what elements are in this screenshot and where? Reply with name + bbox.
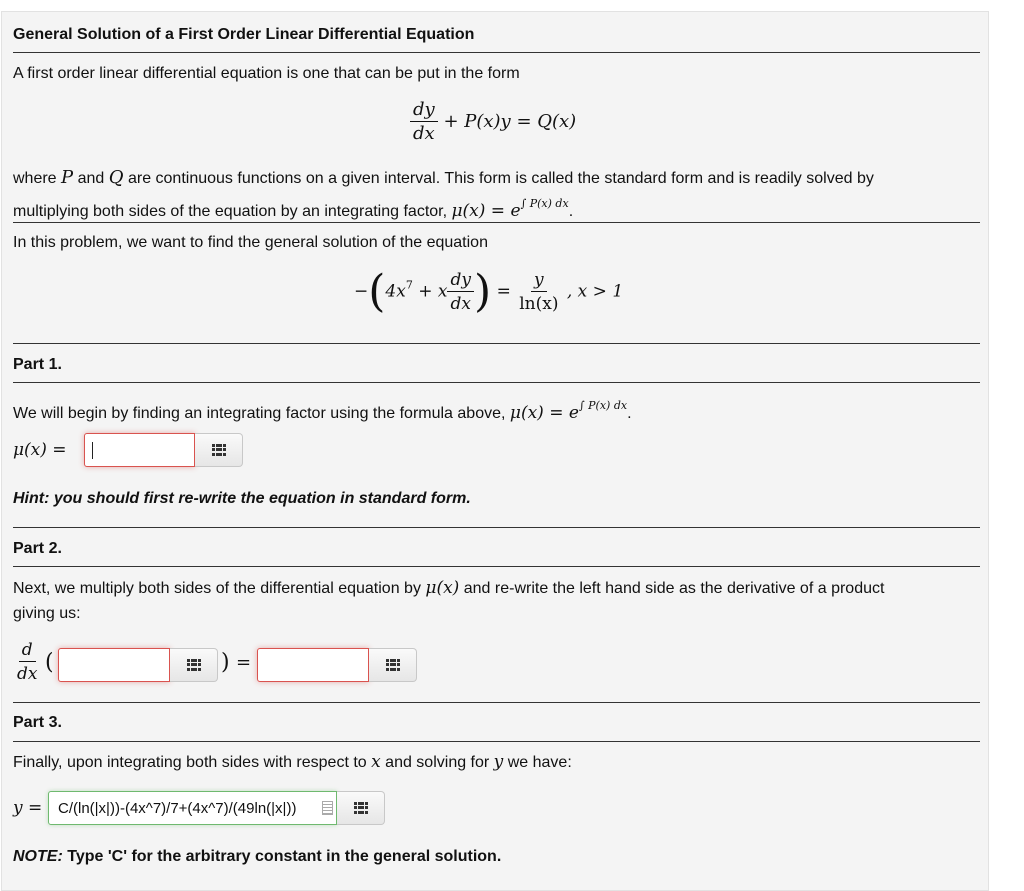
- fraction-denominator: dx: [450, 294, 471, 314]
- problem-equation: −(4x7 + x dy dx) = y ln(x) , x > 1: [354, 270, 624, 315]
- fraction-numerator: d: [18, 640, 36, 662]
- general-solution-input[interactable]: C/(ln(|x|))-(4x^7)/7+(4x^7)/(49ln(|x|)): [48, 791, 337, 825]
- divider: [13, 566, 980, 567]
- close-paren: ): [473, 266, 492, 317]
- text: .: [627, 405, 632, 422]
- divider: [13, 741, 980, 742]
- standard-form-description: where P and Q are continuous functions o…: [13, 165, 874, 192]
- math-palette-button[interactable]: [337, 791, 385, 825]
- part1-heading: Part 1.: [13, 356, 62, 373]
- divider: [13, 52, 980, 53]
- divider: [13, 222, 980, 223]
- part1-text: We will begin by finding an integrating …: [13, 393, 632, 427]
- note-text: Type 'C' for the arbitrary constant in t…: [62, 848, 502, 865]
- fraction-denominator: dx: [17, 664, 38, 684]
- math-palette-button[interactable]: [195, 433, 243, 467]
- text: and re-write the left hand side as the d…: [459, 580, 885, 597]
- term: + x: [418, 281, 448, 302]
- math-x: x: [371, 752, 381, 772]
- text: where: [13, 170, 62, 187]
- product-input[interactable]: [58, 648, 170, 682]
- part2-text: Next, we multiply both sides of the diff…: [13, 575, 884, 602]
- intro-text: A first order linear differential equati…: [13, 65, 520, 82]
- text: and: [73, 170, 109, 187]
- open-paren: (: [45, 650, 54, 675]
- integrating-factor-formula: μ(x) = e: [509, 403, 579, 423]
- integrating-factor-description: multiplying both sides of the equation b…: [13, 191, 573, 225]
- input-value: C/(ln(|x|))-(4x^7)/7+(4x^7)/(49ln(|x|)): [58, 800, 297, 817]
- grid-icon: [212, 444, 226, 456]
- rhs-input[interactable]: [257, 648, 369, 682]
- problem-text: In this problem, we want to find the gen…: [13, 234, 488, 251]
- text: Next, we multiply both sides of the diff…: [13, 580, 426, 597]
- standard-form-equation: dy dx + P(x)y = Q(x): [410, 100, 576, 144]
- text: We will begin by finding an integrating …: [13, 405, 510, 422]
- part1-hint: Hint: you should first re-write the equa…: [13, 490, 471, 507]
- note-label: NOTE:: [13, 848, 63, 865]
- math-palette-button[interactable]: [170, 648, 218, 682]
- text: Finally, upon integrating both sides wit…: [13, 754, 372, 771]
- equation-rest: + P(x)y = Q(x): [443, 111, 577, 132]
- mu-input[interactable]: [84, 433, 195, 467]
- fraction-denominator: dx: [413, 123, 435, 144]
- text: and solving for: [380, 754, 494, 771]
- math-Q: Q: [108, 167, 124, 188]
- question-panel: General Solution of a First Order Linear…: [1, 11, 989, 891]
- minus-sign: −: [354, 281, 369, 302]
- divider: [13, 343, 980, 344]
- integrating-factor-formula: μ(x) = e: [451, 201, 521, 221]
- grid-icon: [187, 659, 201, 671]
- part3-text: Finally, upon integrating both sides wit…: [13, 749, 572, 776]
- condition: , x > 1: [566, 281, 624, 302]
- math-y: y: [493, 752, 504, 772]
- math-palette-button[interactable]: [369, 648, 417, 682]
- divider: [13, 702, 980, 703]
- grid-icon: [386, 659, 400, 671]
- math-P: P: [61, 167, 74, 188]
- equals-sign: =: [496, 281, 511, 302]
- exponent: 7: [405, 278, 413, 292]
- fraction-numerator: y: [531, 270, 547, 292]
- fraction-denominator: ln(x): [519, 294, 559, 314]
- part2-text-cont: giving us:: [13, 605, 81, 622]
- grid-icon: [354, 802, 368, 814]
- text: .: [568, 203, 574, 220]
- derivative-operator: d dx: [14, 640, 40, 684]
- fraction-numerator: dy: [447, 270, 474, 292]
- mu-label: μ(x) =: [13, 440, 67, 460]
- list-icon[interactable]: [322, 801, 333, 815]
- exponent: ∫ P(x) dx: [578, 399, 628, 412]
- divider: [13, 527, 980, 528]
- exponent: ∫ P(x) dx: [520, 197, 569, 210]
- part3-note: NOTE: Type 'C' for the arbitrary constan…: [13, 844, 501, 870]
- y-label: y =: [13, 798, 43, 818]
- fraction-numerator: dy: [410, 100, 438, 122]
- divider: [13, 382, 980, 383]
- equals-sign: =: [236, 652, 252, 673]
- term: 4x: [385, 281, 406, 302]
- text-cursor: [92, 442, 93, 459]
- page-title: General Solution of a First Order Linear…: [13, 26, 475, 43]
- part2-heading: Part 2.: [13, 540, 62, 557]
- mu-symbol: μ(x): [425, 578, 460, 598]
- part3-heading: Part 3.: [13, 714, 62, 731]
- text: are continuous functions on a given inte…: [123, 170, 874, 187]
- text: multiplying both sides of the equation b…: [13, 203, 452, 220]
- text: we have:: [503, 754, 572, 771]
- close-paren: ): [221, 650, 230, 675]
- open-paren: (: [368, 266, 386, 317]
